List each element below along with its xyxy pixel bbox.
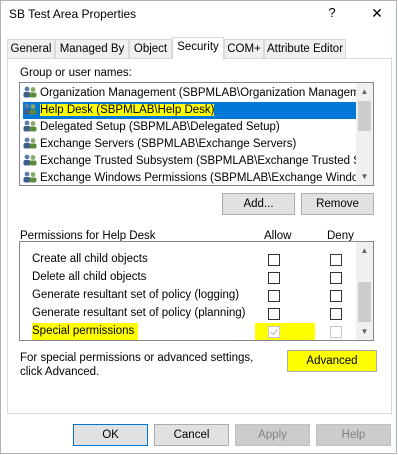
permission-name: Generate resultant set of policy (loggin…: [32, 289, 240, 301]
user-group-icon: [23, 171, 37, 183]
user-group-icon: [23, 86, 37, 98]
permission-name: Generate resultant set of policy (planni…: [32, 307, 246, 319]
user-name: Delegated Setup (SBPMLAB\Delegated Setup…: [40, 121, 280, 133]
tab-com-plus[interactable]: COM+: [224, 39, 264, 58]
user-name: Exchange Servers (SBPMLAB\Exchange Serve…: [40, 138, 297, 150]
allow-checkbox[interactable]: [268, 254, 280, 266]
allow-checkbox[interactable]: [268, 308, 280, 320]
advanced-button[interactable]: Advanced: [287, 350, 377, 372]
apply-button[interactable]: Apply: [235, 424, 310, 446]
tab-attribute-editor[interactable]: Attribute Editor: [264, 39, 346, 58]
list-item[interactable]: Exchange Windows Permissions (SBPMLAB\Ex…: [23, 170, 357, 187]
scroll-down-icon[interactable]: ▼: [356, 323, 373, 340]
deny-checkbox: [330, 326, 342, 338]
deny-checkbox[interactable]: [330, 290, 342, 302]
deny-checkbox[interactable]: [330, 272, 342, 284]
scroll-up-icon[interactable]: ▲: [356, 83, 373, 100]
close-icon[interactable]: ✕: [368, 5, 386, 23]
tab-managed-by[interactable]: Managed By: [55, 39, 129, 58]
permissions-scrollbar[interactable]: ▲ ▼: [356, 242, 373, 340]
group-user-names-label: Group or user names:: [20, 67, 132, 79]
tab-object[interactable]: Object: [129, 39, 172, 58]
deny-checkbox[interactable]: [330, 308, 342, 320]
checkmark-icon: [270, 329, 278, 336]
properties-dialog: SB Test Area Properties ? ✕ General Mana…: [0, 0, 397, 454]
highlight-marker: [255, 323, 315, 340]
scroll-down-icon[interactable]: ▼: [356, 168, 373, 185]
deny-checkbox[interactable]: [330, 254, 342, 266]
user-group-icon: [23, 154, 37, 166]
allow-checkbox[interactable]: [268, 272, 280, 284]
list-item[interactable]: Delegated Setup (SBPMLAB\Delegated Setup…: [23, 119, 357, 136]
scroll-thumb[interactable]: [358, 282, 371, 322]
permissions-list: Create all child objects Delete all chil…: [19, 241, 374, 341]
user-group-icon: [23, 137, 37, 149]
allow-checkbox-checked: [268, 326, 280, 338]
remove-button[interactable]: Remove: [301, 193, 374, 215]
help-button[interactable]: Help: [316, 424, 391, 446]
title-bar: SB Test Area Properties ? ✕: [1, 1, 397, 31]
list-item-selected[interactable]: Help Desk (SBPMLAB\Help Desk): [23, 102, 357, 119]
scroll-up-icon[interactable]: ▲: [356, 242, 373, 259]
scroll-thumb[interactable]: [358, 101, 371, 131]
user-name: Organization Management (SBPMLAB\Organiz…: [40, 87, 357, 99]
help-icon[interactable]: ?: [323, 5, 341, 23]
advanced-note: For special permissions or advanced sett…: [20, 352, 254, 378]
user-name: Exchange Trusted Subsystem (SBPMLAB\Exch…: [40, 155, 357, 167]
ok-button[interactable]: OK: [73, 424, 148, 446]
tab-general[interactable]: General: [7, 39, 55, 58]
user-name: Exchange Windows Permissions (SBPMLAB\Ex…: [40, 172, 357, 184]
user-name: Help Desk (SBPMLAB\Help Desk): [40, 104, 215, 116]
user-listbox[interactable]: Organization Management (SBPMLAB\Organiz…: [19, 82, 374, 186]
add-button[interactable]: Add...: [222, 193, 295, 215]
user-list-scrollbar[interactable]: ▲ ▼: [356, 83, 373, 185]
cancel-button[interactable]: Cancel: [154, 424, 229, 446]
permission-name: Delete all child objects: [32, 271, 147, 283]
permission-name-highlighted: Special permissions: [32, 323, 139, 340]
window-title: SB Test Area Properties: [9, 7, 137, 21]
list-item[interactable]: Exchange Trusted Subsystem (SBPMLAB\Exch…: [23, 153, 357, 170]
list-item[interactable]: Exchange Servers (SBPMLAB\Exchange Serve…: [23, 136, 357, 153]
tab-security[interactable]: Security: [172, 37, 224, 59]
allow-checkbox[interactable]: [268, 290, 280, 302]
list-item[interactable]: Organization Management (SBPMLAB\Organiz…: [23, 85, 357, 102]
user-group-icon: [23, 103, 37, 115]
user-group-icon: [23, 120, 37, 132]
permission-name: Create all child objects: [32, 253, 148, 265]
